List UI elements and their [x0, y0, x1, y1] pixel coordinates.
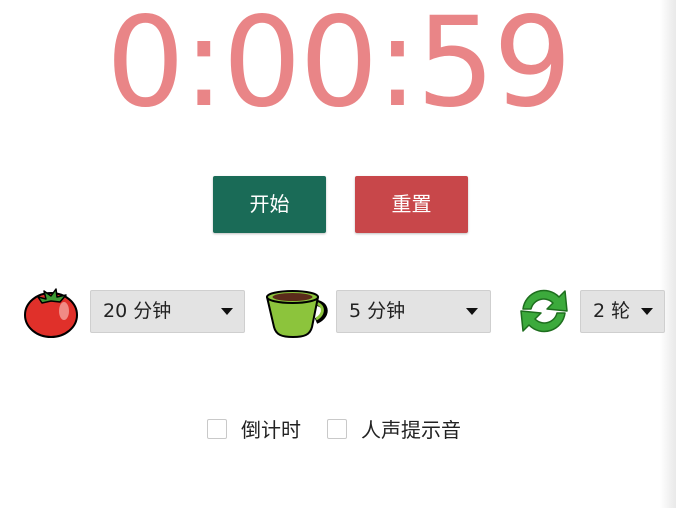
- break-duration-value: 5 分钟: [349, 300, 406, 322]
- tomato-icon: [22, 283, 80, 339]
- coffee-cup-icon: [264, 283, 330, 339]
- work-duration-value: 20 分钟: [103, 300, 172, 322]
- work-duration-select[interactable]: 20 分钟: [90, 290, 245, 333]
- rounds-value: 2 轮: [593, 300, 631, 322]
- options-row: 倒计时 人声提示音: [207, 417, 477, 443]
- voice-prompt-label[interactable]: 人声提示音: [361, 417, 461, 443]
- voice-prompt-checkbox[interactable]: [327, 419, 347, 439]
- chevron-down-icon: [641, 308, 653, 315]
- chevron-down-icon: [221, 308, 233, 315]
- refresh-icon: [515, 283, 573, 339]
- reset-button[interactable]: 重置: [355, 176, 468, 233]
- chevron-down-icon: [466, 308, 478, 315]
- pomodoro-timer-page: 0:00:59 开始 重置 20 分钟 5 分钟 2 轮 倒计时 人声提示音: [0, 0, 676, 508]
- start-button[interactable]: 开始: [213, 176, 326, 233]
- countdown-checkbox[interactable]: [207, 419, 227, 439]
- countdown-label[interactable]: 倒计时: [241, 417, 301, 443]
- break-duration-select[interactable]: 5 分钟: [336, 290, 491, 333]
- rounds-select[interactable]: 2 轮: [580, 290, 665, 333]
- timer-display: 0:00:59: [105, 0, 572, 135]
